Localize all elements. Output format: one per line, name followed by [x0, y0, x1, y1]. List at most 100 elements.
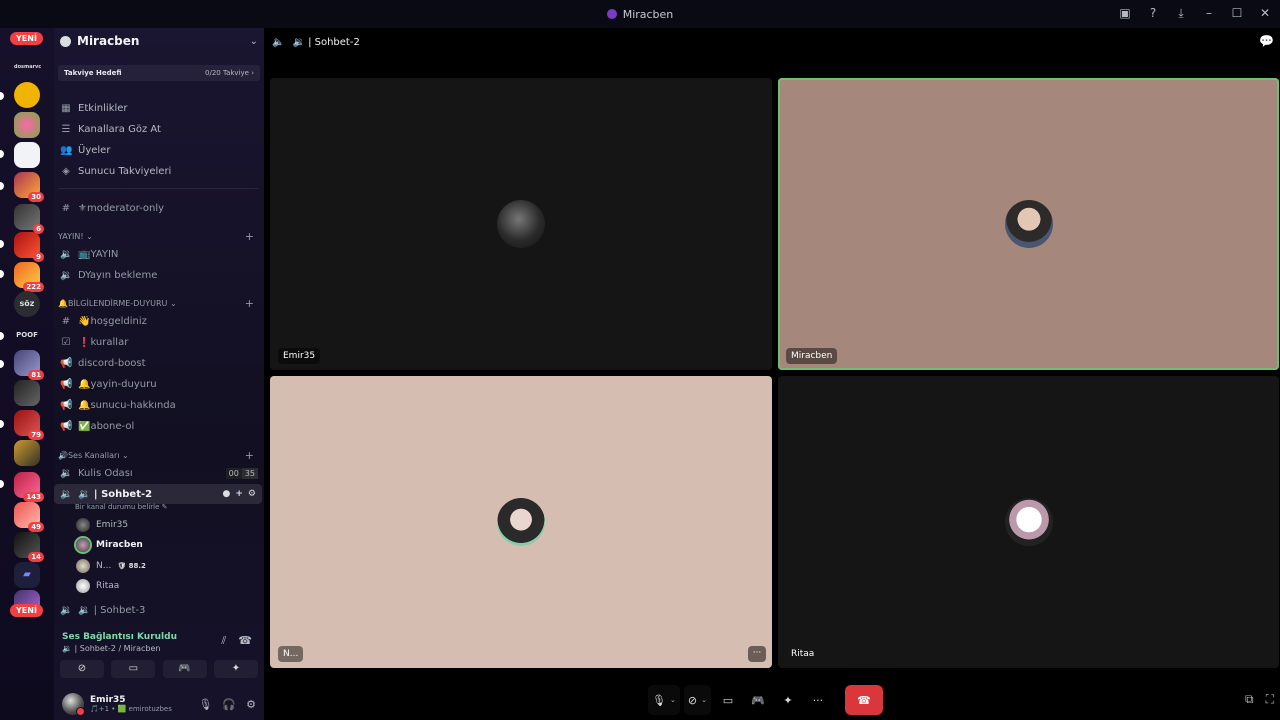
server-icon[interactable]: 143 — [14, 472, 44, 502]
voice-user[interactable]: Ritaa — [54, 576, 264, 596]
add-channel-icon[interactable]: + — [245, 449, 254, 462]
announcement-icon: 📢 — [60, 420, 73, 432]
participant-tile[interactable]: Emir35 — [270, 78, 772, 370]
channel-discord-boost[interactable]: 📢 discord-boost — [54, 353, 264, 373]
channel-hosgeldiniz[interactable]: # 👋hoşgeldiniz — [54, 311, 264, 331]
server-icon[interactable]: 6 — [14, 204, 44, 234]
channel-abone-ol[interactable]: 📢 ✅abone-ol — [54, 416, 264, 436]
server-icon[interactable] — [14, 380, 40, 406]
participant-tile-speaking[interactable]: Miracben — [778, 78, 1279, 370]
chat-icon[interactable]: 💬 — [1259, 34, 1274, 48]
more-options-button[interactable]: ··· — [748, 646, 766, 662]
user-status: 🎵+1 • 🟩 emirotuzbes — [90, 705, 172, 713]
rules-icon: ☑ — [61, 336, 71, 348]
user-info[interactable]: Emir35 🎵+1 • 🟩 emirotuzbes — [90, 695, 192, 713]
soundboard-button[interactable]: ✦ — [775, 685, 801, 715]
camera-off-button[interactable]: ⊘ — [60, 660, 104, 678]
channel-kurallar[interactable]: ☑ ❗kurallar — [54, 332, 264, 352]
category-label: 🔊Ses Kanalları ⌄ — [58, 450, 129, 460]
channel-label: 🔔yayin-duyuru — [78, 378, 157, 390]
unread-pill — [0, 332, 4, 340]
voice-user[interactable]: Emir35 — [54, 515, 264, 535]
activities-button[interactable]: 🎮 — [162, 660, 207, 678]
participant-tile[interactable]: Ritaa — [778, 376, 1279, 668]
gear-icon[interactable]: ⚙ — [246, 698, 256, 711]
announcement-icon: 📢 — [60, 399, 73, 411]
gear-icon[interactable]: ⚙ — [248, 489, 256, 499]
speaker-icon: 🔉 — [60, 248, 73, 260]
inbox-icon[interactable]: ▣ — [1116, 4, 1134, 22]
user-avatar[interactable] — [62, 693, 85, 716]
boost-goal-bar[interactable]: Takviye Hedefi 0/20 Takviye › — [58, 65, 260, 81]
nav-events[interactable]: ▦ Etkinlikler — [54, 98, 264, 118]
add-channel-icon[interactable]: + — [245, 230, 254, 243]
chat-icon[interactable]: ● — [223, 489, 231, 499]
category-yayin[interactable]: YAYIN! ⌄ + — [54, 229, 264, 243]
voice-user[interactable]: Miracben — [54, 535, 264, 555]
soundboard-button[interactable]: ✦ — [213, 660, 258, 678]
nav-browse-channels[interactable]: ☰ Kanallara Göz At — [54, 119, 264, 139]
channel-status-prompt[interactable]: Bir kanal durumu belirle ✎ — [75, 503, 168, 511]
window-title: Miracben — [606, 8, 673, 21]
disconnect-icon[interactable]: ☎ — [238, 634, 252, 648]
unread-pill — [0, 480, 4, 488]
screen-share-button[interactable]: ▭ — [715, 685, 741, 715]
microphone-icon[interactable]: 🎙 — [198, 698, 212, 711]
headphones-icon[interactable]: 🎧 — [222, 698, 236, 711]
chevron-down-icon[interactable]: ⌄ — [701, 696, 707, 704]
server-poof[interactable]: POOF — [14, 322, 40, 348]
server-dosmarvc[interactable]: dosmarvc — [14, 54, 41, 80]
download-icon[interactable]: ⤓ — [1172, 4, 1190, 22]
nav-server-boosts[interactable]: ◈ Sunucu Takviyeleri — [54, 161, 264, 181]
server-icon[interactable]: 81 — [14, 350, 44, 380]
participant-avatar — [497, 498, 545, 546]
minimize-button[interactable]: – — [1200, 4, 1218, 22]
announcement-icon: 📢 — [60, 378, 73, 390]
channel-yayin-bekleme[interactable]: 🔉 DYayın bekleme — [54, 265, 264, 285]
channel-yayin[interactable]: 🔉 📺YAYIN — [54, 244, 264, 264]
server-icon[interactable]: 49 — [14, 502, 44, 532]
category-ses-kanallari[interactable]: 🔊Ses Kanalları ⌄ + — [54, 448, 264, 462]
channel-label: ❗kurallar — [78, 336, 129, 348]
channel-kulis-odasi[interactable]: 🔉 Kulis Odası 00 35 — [54, 463, 264, 483]
participant-tile[interactable]: N... ··· — [270, 376, 772, 668]
server-icon[interactable] — [14, 82, 40, 108]
nav-members[interactable]: 👥 Üyeler — [54, 140, 264, 160]
speaker-icon: 🔉 — [60, 269, 73, 281]
close-button[interactable]: ✕ — [1256, 4, 1274, 22]
server-icon[interactable]: 30 — [14, 172, 44, 202]
voice-user[interactable]: N... 🛡 88.2 — [54, 556, 264, 576]
server-icon[interactable]: 14 — [14, 532, 44, 562]
channel-sohbet-3[interactable]: 🔉 🔉 | Sohbet-3 — [54, 600, 264, 620]
invite-icon[interactable]: + — [235, 489, 243, 499]
server-icon[interactable] — [14, 112, 40, 138]
maximize-button[interactable]: ☐ — [1228, 4, 1246, 22]
category-bilgilendirme[interactable]: 🔔BİLGİLENDİRME-DUYURU ⌄ + — [54, 296, 264, 310]
channel-moderator-only[interactable]: # ⚜moderator-only — [54, 198, 264, 218]
screen-share-button[interactable]: ▭ — [111, 660, 156, 678]
server-icon[interactable] — [14, 142, 40, 168]
help-icon[interactable]: ? — [1144, 4, 1162, 22]
more-options-button[interactable]: ··· — [805, 685, 831, 715]
server-soz[interactable]: söz — [14, 291, 40, 317]
chevron-down-icon[interactable]: ⌄ — [670, 696, 676, 704]
disconnect-call-button[interactable]: ☎ — [844, 685, 883, 715]
folder-icon[interactable]: ▰ — [14, 562, 40, 588]
add-channel-icon[interactable]: + — [245, 297, 254, 310]
activities-button[interactable]: 🎮 — [745, 685, 771, 715]
channel-sohbet-2[interactable]: 🔉 🔉 | Sohbet-2 ● + ⚙ — [54, 484, 262, 504]
noise-suppression-icon[interactable]: ⫽ — [221, 634, 226, 648]
fullscreen-icon[interactable]: ⛶ — [1266, 692, 1274, 707]
microphone-button[interactable]: 🎙 ⌄ — [648, 685, 680, 715]
avatar — [76, 559, 90, 573]
popout-icon[interactable]: ⧉ — [1245, 692, 1254, 707]
channel-yayin-duyuru[interactable]: 📢 🔔yayin-duyuru — [54, 374, 264, 394]
channel-sunucu-hakkinda[interactable]: 📢 🔔sunucu-hakkında — [54, 395, 264, 415]
unread-pill — [0, 150, 4, 158]
server-icon[interactable]: 79 — [14, 410, 44, 440]
camera-button[interactable]: ⊘ ⌄ — [683, 685, 711, 715]
server-icon[interactable]: 9 — [14, 232, 44, 262]
server-icon[interactable]: 222 — [14, 262, 44, 292]
server-icon[interactable] — [14, 440, 40, 466]
guild-header[interactable]: Miracben ⌄ — [54, 28, 264, 54]
